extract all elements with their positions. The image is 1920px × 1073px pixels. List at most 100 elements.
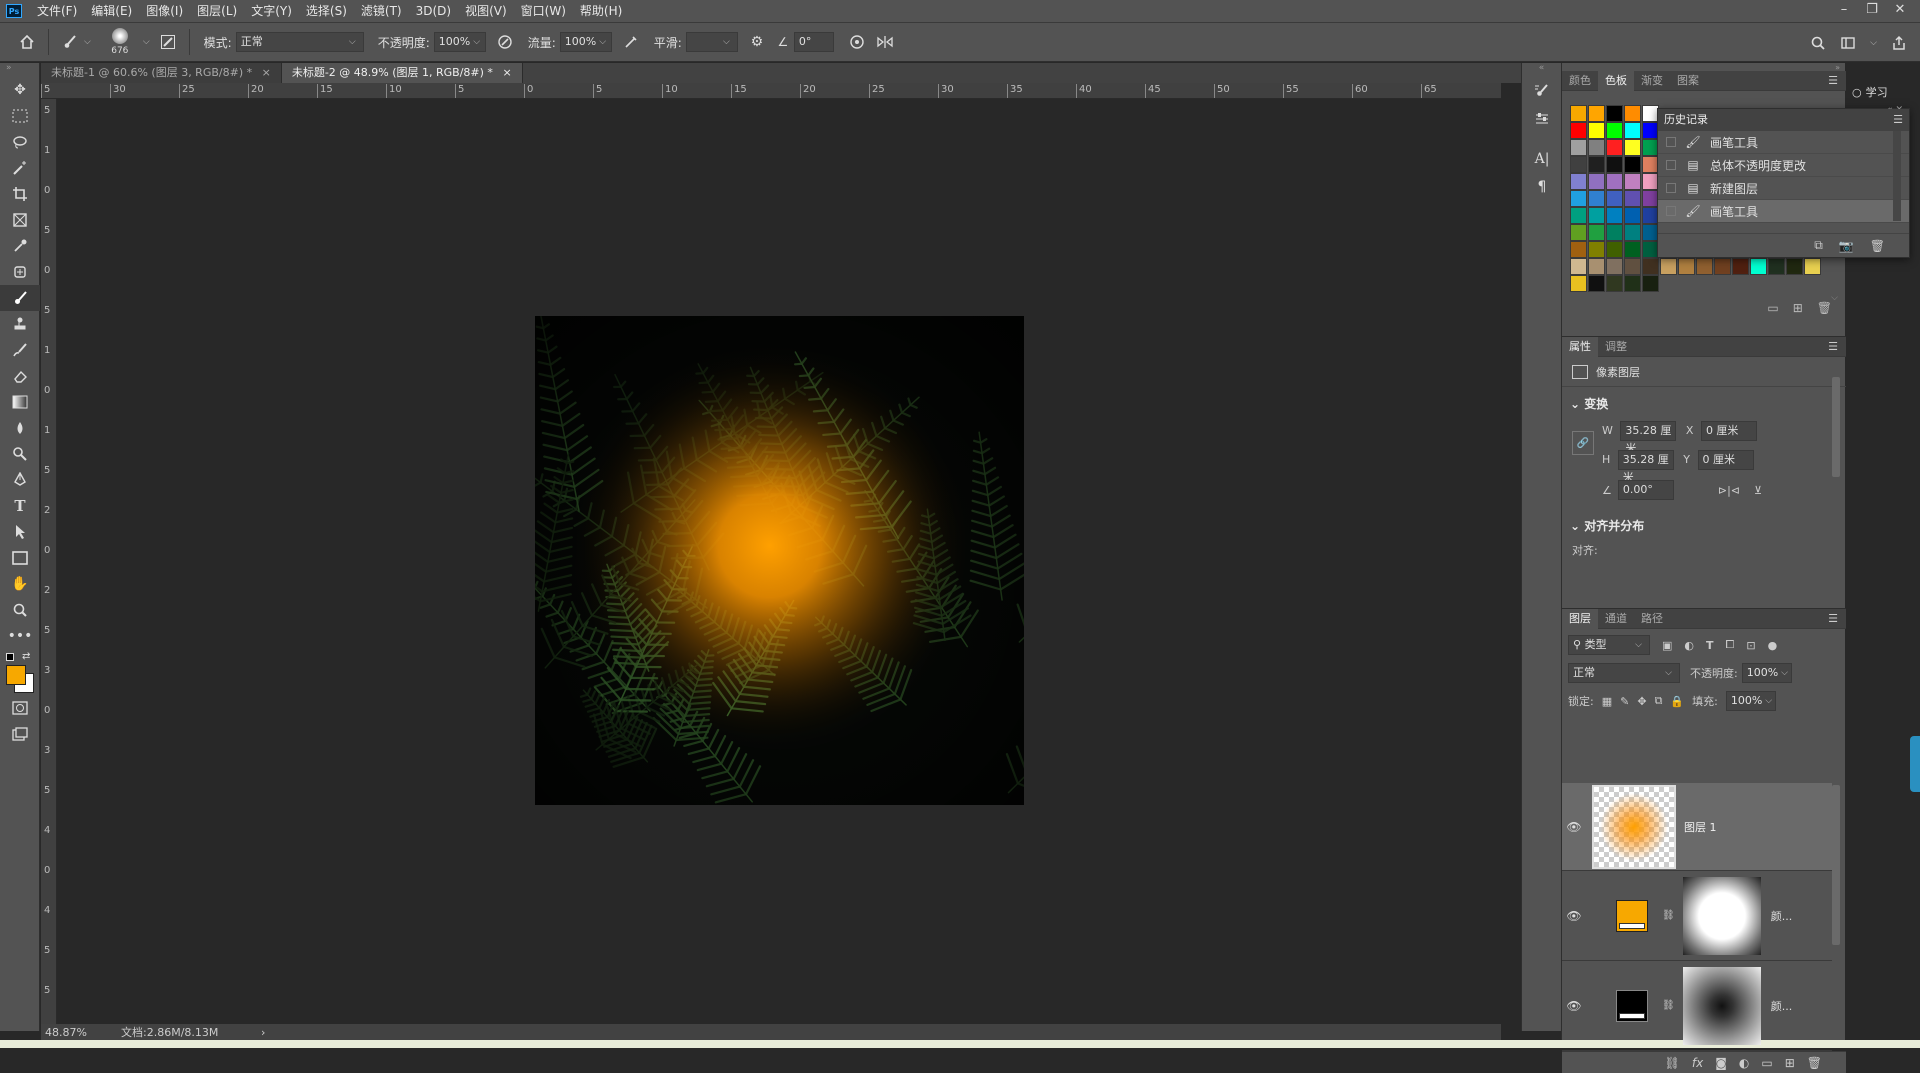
trash-icon[interactable]: 🗑	[1870, 239, 1885, 253]
color-swatch[interactable]	[1606, 224, 1623, 241]
filter-type-icon[interactable]: T	[1706, 639, 1714, 652]
mask-link-icon[interactable]: ⛓	[1662, 1000, 1675, 1011]
smoothing-field[interactable]: ⌵	[686, 32, 738, 52]
history-snapshot-checkbox[interactable]	[1666, 160, 1676, 170]
color-swatch[interactable]	[1588, 207, 1605, 224]
lock-artboard-icon[interactable]: ⧉	[1655, 694, 1663, 708]
share-icon[interactable]	[1888, 32, 1910, 54]
menu-type[interactable]: 文字(Y)	[244, 0, 299, 22]
close-icon[interactable]: ×	[502, 66, 511, 79]
color-swatch[interactable]	[1606, 156, 1623, 173]
close-icon[interactable]: ×	[262, 66, 271, 79]
menu-layer[interactable]: 图层(L)	[190, 0, 244, 22]
color-swatch[interactable]	[1624, 207, 1641, 224]
flow-field[interactable]: 100%⌵	[560, 32, 612, 52]
color-swatch[interactable]	[1570, 275, 1587, 292]
menu-image[interactable]: 图像(I)	[139, 0, 190, 22]
lock-transparent-icon[interactable]: ▦	[1602, 695, 1612, 708]
gradient-tool-icon[interactable]	[0, 389, 40, 415]
lasso-tool-icon[interactable]	[0, 129, 40, 155]
crop-tool-icon[interactable]	[0, 181, 40, 207]
close-window-button[interactable]: ✕	[1886, 0, 1914, 20]
brush-preset-picker[interactable]: 676	[100, 24, 140, 60]
character-panel-icon[interactable]: A|	[1522, 145, 1562, 173]
color-swatch[interactable]	[1660, 258, 1677, 275]
chevron-down-icon[interactable]: ⌄	[1570, 519, 1580, 533]
scroll-down-icon[interactable]: ⌵	[1831, 293, 1838, 303]
tab-color[interactable]: 颜色	[1562, 71, 1598, 91]
brush-settings-icon[interactable]	[157, 31, 179, 53]
screen-mode-icon[interactable]	[0, 721, 40, 747]
layer-name[interactable]: 颜...	[1771, 998, 1793, 1014]
color-swatch[interactable]	[1588, 122, 1605, 139]
color-swatch[interactable]	[1606, 275, 1623, 292]
tab-gradients[interactable]: 渐变	[1634, 71, 1670, 91]
menu-view[interactable]: 视图(V)	[458, 0, 514, 22]
layer-row[interactable]: 👁 ⛓ 颜...	[1562, 871, 1832, 961]
visibility-eye-icon[interactable]: 👁	[1562, 999, 1586, 1013]
brush-picker-caret-icon[interactable]: ⌵	[143, 37, 150, 47]
color-swatch[interactable]	[1768, 258, 1785, 275]
filter-adjustment-icon[interactable]: ◐	[1684, 639, 1694, 652]
panel-menu-icon[interactable]: ☰	[1893, 109, 1903, 131]
color-swatch[interactable]	[1606, 105, 1623, 122]
color-swatch[interactable]	[1588, 173, 1605, 190]
workspace-caret-icon[interactable]: ⌵	[1870, 32, 1877, 54]
frame-tool-icon[interactable]	[0, 207, 40, 233]
rectangle-tool-icon[interactable]	[0, 545, 40, 571]
visibility-eye-icon[interactable]: 👁	[1562, 909, 1586, 923]
learn-button[interactable]: ○学习	[1852, 84, 1888, 100]
color-swatch[interactable]	[1606, 139, 1623, 156]
search-icon[interactable]	[1807, 32, 1829, 54]
history-item[interactable]: 🖌 画笔工具	[1658, 131, 1909, 154]
document-canvas[interactable]	[535, 316, 1024, 805]
color-swatch[interactable]	[1624, 241, 1641, 258]
color-swatch[interactable]	[1624, 173, 1641, 190]
zoom-level[interactable]: 48.87%	[41, 1026, 121, 1039]
zoom-tool-icon[interactable]	[0, 597, 40, 623]
lock-position-icon[interactable]: ✥	[1637, 695, 1646, 708]
color-swatch[interactable]	[1570, 190, 1587, 207]
adjustments-panel-icon[interactable]	[1522, 105, 1562, 133]
color-swatch[interactable]	[1606, 190, 1623, 207]
brush-tool-icon[interactable]	[59, 31, 81, 53]
dock-expand-icon[interactable]: «	[1522, 63, 1561, 77]
layer-opacity-field[interactable]: 100%⌵	[1742, 663, 1792, 683]
filter-toggle-icon[interactable]: ●	[1768, 639, 1778, 652]
history-item[interactable]: ▤ 总体不透明度更改	[1658, 154, 1909, 177]
chevron-down-icon[interactable]: ⌄	[1570, 397, 1580, 411]
brush-settings-panel-icon[interactable]	[1522, 77, 1562, 105]
tab-layers[interactable]: 图层	[1562, 609, 1598, 629]
color-swatch[interactable]	[1624, 156, 1641, 173]
tab-patterns[interactable]: 图案	[1670, 71, 1706, 91]
menu-filter[interactable]: 滤镜(T)	[354, 0, 409, 22]
more-tools-icon[interactable]: •••	[0, 623, 40, 649]
folder-icon[interactable]: ▭	[1761, 1056, 1772, 1070]
snapshot-icon[interactable]: 📷	[1839, 239, 1854, 253]
width-field[interactable]: 35.28 厘米	[1620, 421, 1676, 441]
healing-brush-tool-icon[interactable]	[0, 259, 40, 285]
color-swatch[interactable]	[1624, 122, 1641, 139]
workspace-icon[interactable]	[1837, 32, 1859, 54]
history-snapshot-checkbox[interactable]	[1666, 183, 1676, 193]
history-snapshot-checkbox[interactable]	[1666, 206, 1676, 216]
color-swatch[interactable]	[1570, 241, 1587, 258]
color-swatch[interactable]	[1570, 156, 1587, 173]
color-swatch[interactable]	[1588, 241, 1605, 258]
color-swatch[interactable]	[1570, 122, 1587, 139]
color-swatch[interactable]	[1588, 156, 1605, 173]
color-swatch[interactable]	[1588, 139, 1605, 156]
new-layer-icon[interactable]: ⊞	[1785, 1056, 1795, 1070]
color-swatch[interactable]	[1588, 275, 1605, 292]
toolbox-collapse-icon[interactable]: »	[0, 63, 39, 77]
tab-paths[interactable]: 路径	[1634, 609, 1670, 629]
path-selection-tool-icon[interactable]	[0, 519, 40, 545]
color-swatch[interactable]	[1804, 258, 1821, 275]
paragraph-panel-icon[interactable]: ¶	[1522, 173, 1562, 201]
lock-pixels-icon[interactable]: ✎	[1620, 695, 1629, 708]
flip-vertical-icon[interactable]: ⊻	[1754, 484, 1762, 497]
color-swatch[interactable]	[1570, 224, 1587, 241]
color-swatch[interactable]	[1588, 258, 1605, 275]
pressure-size-icon[interactable]	[846, 31, 868, 53]
color-swatch[interactable]	[1786, 258, 1803, 275]
